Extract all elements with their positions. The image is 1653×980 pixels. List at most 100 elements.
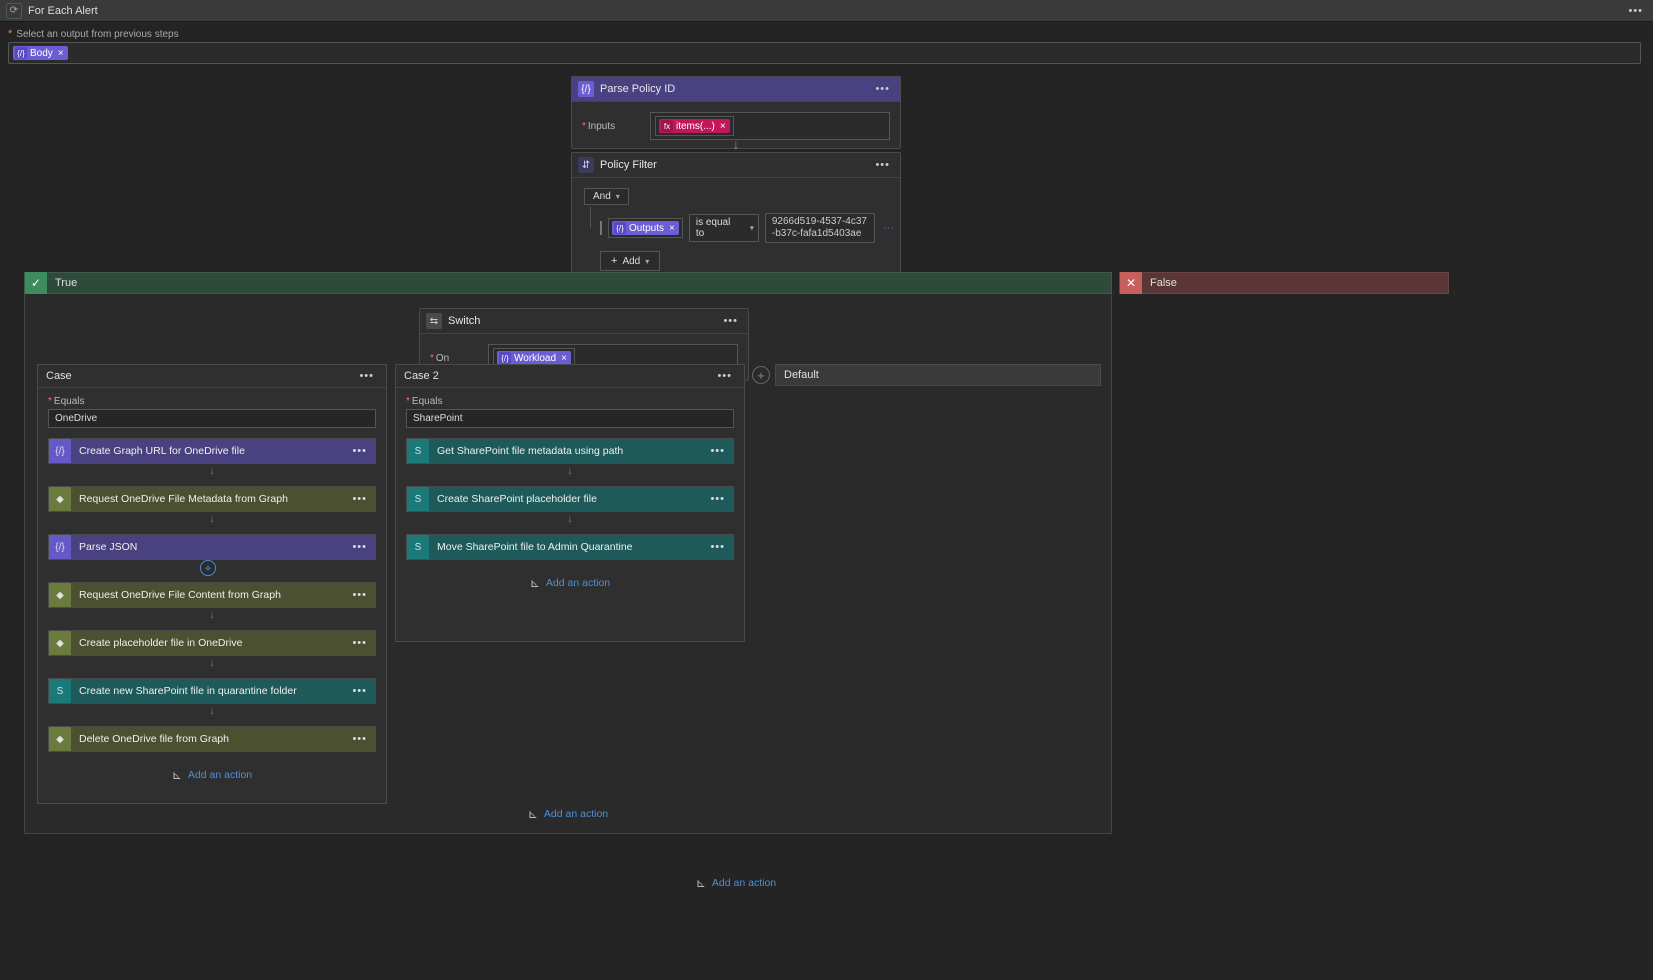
items-token[interactable]: fx items(...) ×: [659, 119, 730, 133]
action-more[interactable]: •••: [344, 541, 375, 553]
required-star: *: [8, 28, 12, 40]
action-title: Create SharePoint placeholder file: [429, 493, 702, 505]
action-card[interactable]: ◆Request OneDrive File Metadata from Gra…: [48, 486, 376, 512]
body-token[interactable]: {/} Body ×: [13, 46, 68, 60]
and-dropdown[interactable]: And ▾: [584, 188, 629, 205]
parse-policy-more[interactable]: •••: [871, 83, 894, 95]
add-case-button[interactable]: +: [752, 366, 770, 384]
action-card[interactable]: ◆Delete OneDrive file from Graph•••: [48, 726, 376, 752]
condition-checkbox[interactable]: [600, 221, 602, 235]
action-more[interactable]: •••: [702, 541, 733, 553]
chevron-down-icon: ▾: [616, 192, 620, 201]
false-branch-header[interactable]: ✕ False: [1119, 272, 1449, 294]
close-icon: ✕: [1120, 272, 1142, 294]
action-card[interactable]: {/}Create Graph URL for OneDrive file•••: [48, 438, 376, 464]
add-action-link[interactable]: Add an action: [188, 769, 252, 781]
equals-label: Equals: [412, 396, 443, 407]
add-action-link[interactable]: Add an action: [544, 808, 608, 820]
add-label: Add: [622, 256, 640, 267]
add-condition-button[interactable]: + Add ▾: [600, 251, 660, 271]
items-token-label: items(...): [676, 121, 715, 132]
case1-header[interactable]: Case •••: [38, 365, 386, 388]
case2-header[interactable]: Case 2 •••: [396, 365, 744, 388]
outputs-token[interactable]: {/} Outputs ×: [612, 221, 679, 235]
action-more[interactable]: •••: [344, 685, 375, 697]
output-field[interactable]: {/} Body ×: [8, 42, 1641, 64]
and-label: And: [593, 191, 611, 202]
inputs-field[interactable]: fx items(...) ×: [650, 112, 890, 140]
condition-icon: ⇵: [578, 157, 594, 173]
condition-more[interactable]: ···: [881, 222, 896, 234]
workload-token-remove[interactable]: ×: [561, 353, 567, 364]
action-card[interactable]: {/}Parse JSON•••: [48, 534, 376, 560]
inputs-label: Inputs: [588, 121, 615, 132]
default-label: Default: [784, 369, 819, 381]
policy-filter-more[interactable]: •••: [871, 159, 894, 171]
case2-equals-input[interactable]: [406, 409, 734, 428]
action-more[interactable]: •••: [344, 493, 375, 505]
body-token-remove[interactable]: ×: [58, 48, 64, 59]
arrow-icon: ↓: [48, 704, 376, 716]
arrow-icon: ↓: [48, 656, 376, 668]
sharepoint-icon: S: [407, 535, 429, 559]
true-add-action[interactable]: ⊾ Add an action: [25, 807, 1111, 821]
foreach-title: For Each Alert: [28, 5, 1624, 17]
action-card[interactable]: SCreate new SharePoint file in quarantin…: [48, 678, 376, 704]
action-more[interactable]: •••: [344, 589, 375, 601]
foreach-more[interactable]: •••: [1624, 5, 1647, 17]
condition-left[interactable]: {/} Outputs ×: [608, 218, 683, 238]
body-token-label: Body: [30, 48, 53, 59]
add-step-icon: ⊾: [530, 576, 540, 590]
action-more[interactable]: •••: [344, 637, 375, 649]
action-more[interactable]: •••: [344, 733, 375, 745]
true-label: True: [47, 277, 77, 289]
action-more[interactable]: •••: [344, 445, 375, 457]
http-icon: ◆: [49, 631, 71, 655]
default-case[interactable]: Default: [775, 364, 1101, 386]
case1-equals-input[interactable]: [48, 409, 376, 428]
switch-more[interactable]: •••: [719, 315, 742, 327]
action-card[interactable]: SMove SharePoint file to Admin Quarantin…: [406, 534, 734, 560]
action-title: Create new SharePoint file in quarantine…: [71, 685, 344, 697]
arrow-icon: ↓: [406, 464, 734, 476]
insert-step-button[interactable]: +: [200, 560, 216, 576]
workload-token[interactable]: {/} Workload ×: [497, 351, 571, 365]
foreach-add-action[interactable]: ⊾ Add an action: [8, 876, 1464, 890]
policy-filter-title: Policy Filter: [600, 159, 871, 171]
items-token-remove[interactable]: ×: [720, 121, 726, 132]
condition-value[interactable]: 9266d519-4537-4c37-b37c-fafa1d5403ae: [765, 213, 875, 243]
condition-operator[interactable]: is equal to ▾: [689, 214, 759, 242]
foreach-header[interactable]: ⟳ For Each Alert •••: [0, 0, 1653, 22]
add-action-link[interactable]: Add an action: [712, 877, 776, 889]
policy-filter-card[interactable]: ⇵ Policy Filter ••• And ▾ {/} Outputs ×: [571, 152, 901, 284]
outputs-token-remove[interactable]: ×: [669, 223, 675, 234]
http-icon: ◆: [49, 583, 71, 607]
action-card[interactable]: ◆Create placeholder file in OneDrive•••: [48, 630, 376, 656]
plus-icon: +: [611, 255, 617, 267]
case1-more[interactable]: •••: [355, 370, 378, 382]
case1-add-action[interactable]: ⊾ Add an action: [48, 768, 376, 782]
action-card[interactable]: ◆Request OneDrive File Content from Grap…: [48, 582, 376, 608]
case2-more[interactable]: •••: [713, 370, 736, 382]
false-label: False: [1142, 277, 1177, 289]
action-title: Parse JSON: [71, 541, 344, 553]
loop-icon: ⟳: [6, 3, 22, 19]
http-icon: ◆: [49, 727, 71, 751]
action-card[interactable]: SGet SharePoint file metadata using path…: [406, 438, 734, 464]
case-onedrive: Case ••• *Equals {/}Create Graph URL for…: [37, 364, 387, 804]
dynamic-content-icon: {/}: [499, 352, 511, 364]
fx-icon: fx: [661, 120, 673, 132]
true-branch-header[interactable]: ✓ True: [24, 272, 1112, 294]
output-hint: Select an output from previous steps: [16, 29, 178, 40]
case2-add-action[interactable]: ⊾ Add an action: [406, 576, 734, 590]
arrow-icon: ↓: [48, 608, 376, 620]
action-card[interactable]: SCreate SharePoint placeholder file•••: [406, 486, 734, 512]
case-sharepoint: Case 2 ••• *Equals SGet SharePoint file …: [395, 364, 745, 642]
action-more[interactable]: •••: [702, 493, 733, 505]
action-more[interactable]: •••: [702, 445, 733, 457]
data-operation-icon: {/}: [49, 439, 71, 463]
sharepoint-icon: S: [407, 487, 429, 511]
add-step-icon: ⊾: [696, 876, 706, 890]
data-operation-icon: {/}: [578, 81, 594, 97]
add-action-link[interactable]: Add an action: [546, 577, 610, 589]
